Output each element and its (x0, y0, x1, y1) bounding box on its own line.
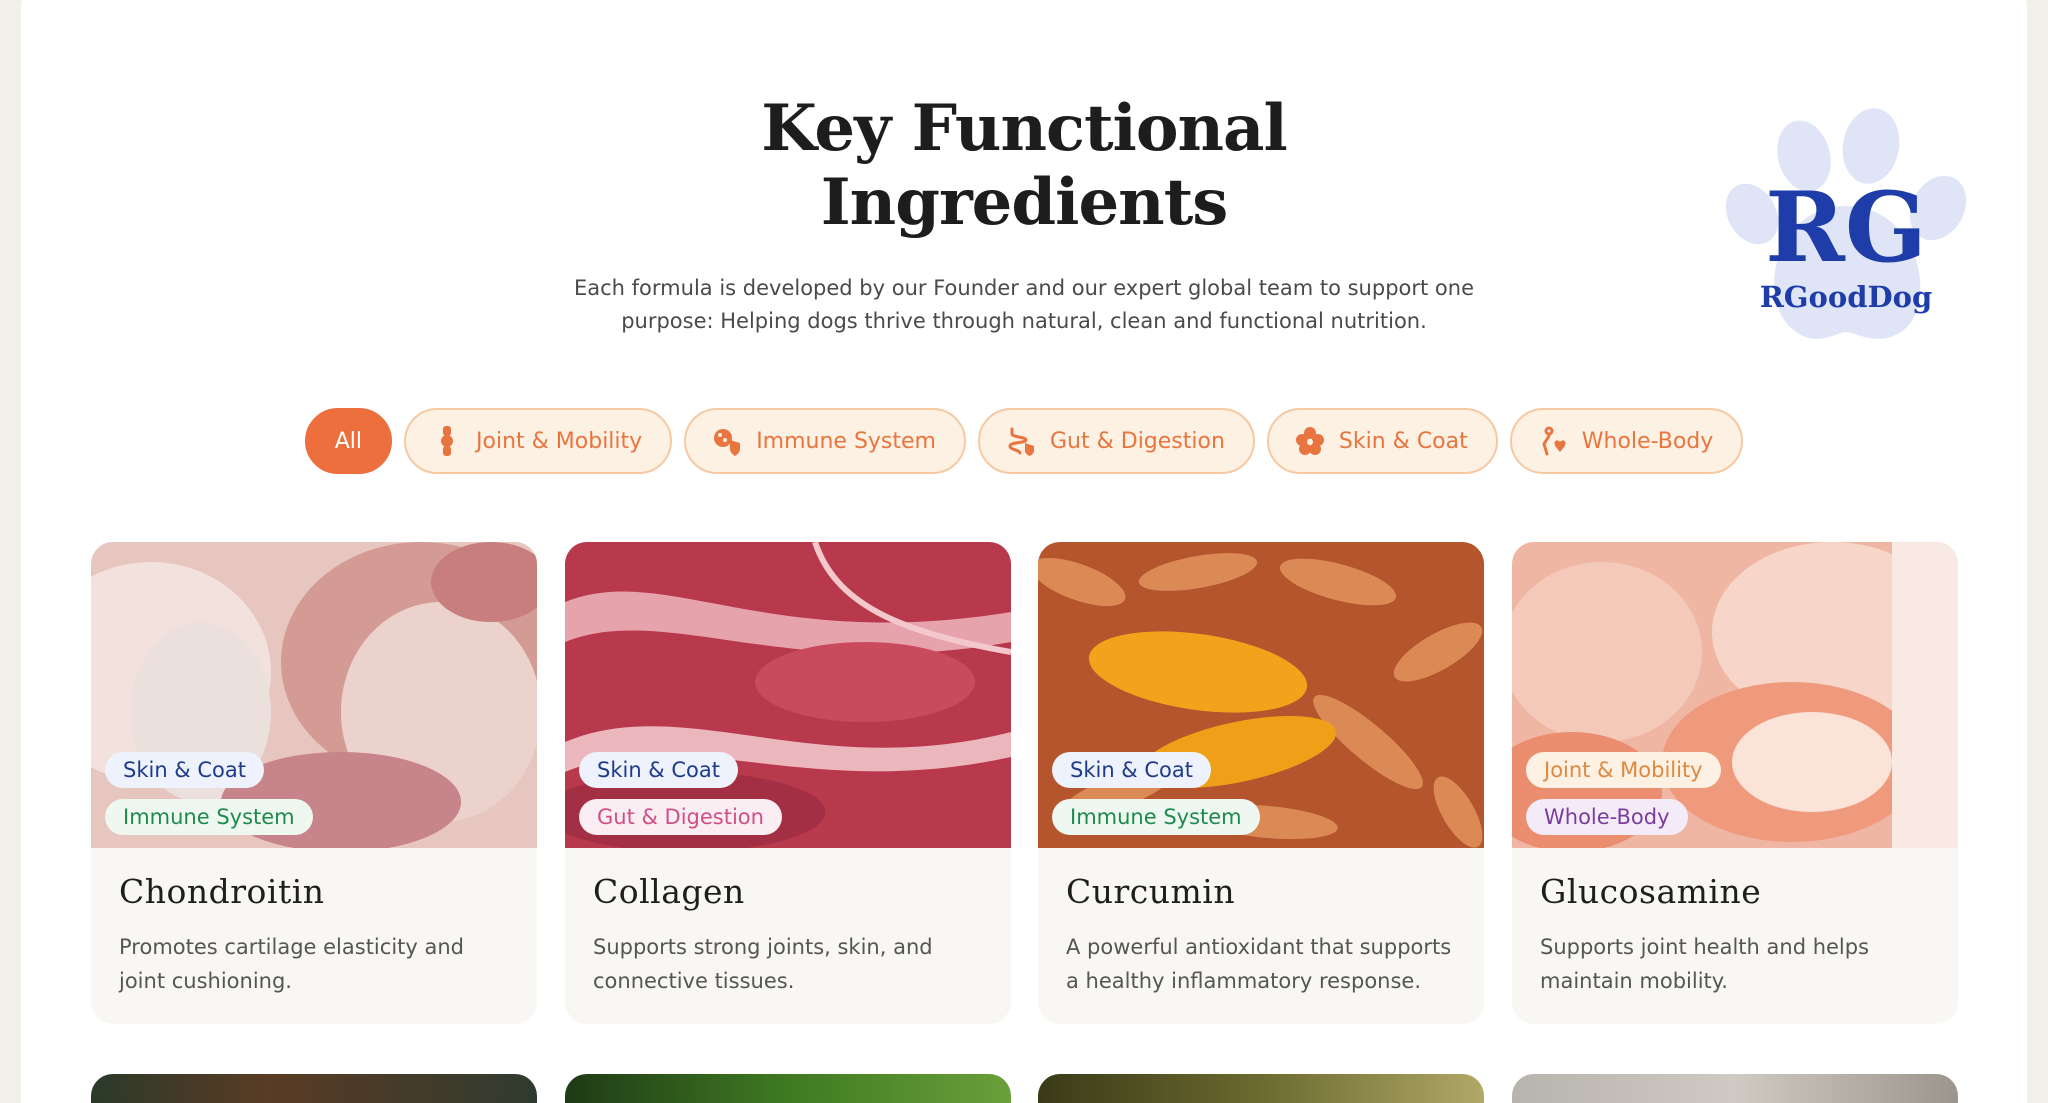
filter-label: Immune System (756, 428, 936, 454)
ingredient-card-partial[interactable] (91, 1074, 537, 1103)
filter-label: Gut & Digestion (1050, 428, 1225, 454)
logo-text: RGoodDog (1760, 280, 1933, 314)
filter-label: Joint & Mobility (476, 428, 643, 454)
filter-skin-coat[interactable]: Skin & Coat (1266, 408, 1498, 474)
tag-immune-system[interactable]: Immune System (1052, 799, 1260, 835)
ingredient-name: Curcumin (1066, 872, 1236, 911)
filter-all[interactable]: All (304, 408, 393, 474)
body-heart-icon (1538, 426, 1568, 456)
filter-label: Whole-Body (1581, 428, 1714, 454)
logo-monogram: RG (1765, 171, 1927, 284)
tag-gut-digestion[interactable]: Gut & Digestion (579, 799, 782, 835)
filter-joint-mobility[interactable]: Joint & Mobility (404, 408, 673, 474)
ingredient-name: Glucosamine (1540, 872, 1762, 911)
ingredient-card-curcumin[interactable]: Skin & Coat Immune System Curcumin A pow… (1038, 542, 1484, 1024)
intestine-icon (1006, 426, 1036, 456)
category-filters: All Joint & Mobility Immune System Gut &… (0, 408, 2048, 474)
rgooddog-logo[interactable]: RG RGoodDog (1716, 96, 1976, 346)
subtitle-line-2: purpose: Helping dogs thrive through nat… (621, 309, 1427, 333)
subtitle-line-1: Each formula is developed by our Founder… (574, 276, 1474, 300)
ingredient-card-partial[interactable] (1512, 1074, 1958, 1103)
page-subtitle: Each formula is developed by our Founder… (554, 272, 1494, 338)
ingredient-card-glucosamine[interactable]: Joint & Mobility Whole-Body Glucosamine … (1512, 542, 1958, 1024)
filter-whole-body[interactable]: Whole-Body (1509, 408, 1744, 474)
tag-whole-body[interactable]: Whole-Body (1526, 799, 1688, 835)
filter-gut-digestion[interactable]: Gut & Digestion (978, 408, 1255, 474)
ingredient-card-chondroitin[interactable]: Skin & Coat Immune System Chondroitin Pr… (91, 542, 537, 1024)
tag-immune-system[interactable]: Immune System (105, 799, 313, 835)
ingredient-description: Promotes cartilage elasticity and joint c… (119, 935, 464, 993)
ingredient-card-partial[interactable] (565, 1074, 1011, 1103)
bone-joint-icon (432, 426, 462, 456)
paw-logo-icon: RG RGoodDog (1725, 108, 1967, 339)
ingredient-description: A powerful antioxidant that supports a he… (1066, 935, 1452, 993)
ingredient-card-collagen[interactable]: Skin & Coat Gut & Digestion Collagen Sup… (565, 542, 1011, 1024)
shield-cells-icon (712, 426, 742, 456)
tag-skin-coat[interactable]: Skin & Coat (1052, 752, 1211, 788)
filter-immune-system[interactable]: Immune System (684, 408, 966, 474)
tag-joint-mobility[interactable]: Joint & Mobility (1526, 752, 1721, 788)
ingredient-description: Supports strong joints, skin, and connect… (593, 935, 933, 993)
tag-skin-coat[interactable]: Skin & Coat (105, 752, 264, 788)
filter-label: All (334, 428, 363, 454)
flower-icon (1295, 426, 1325, 456)
ingredient-description: Supports joint health and helps maintain … (1540, 935, 1870, 993)
ingredient-name: Collagen (593, 872, 745, 911)
filter-label: Skin & Coat (1338, 428, 1468, 454)
ingredient-name: Chondroitin (119, 872, 325, 911)
ingredient-card-partial[interactable] (1038, 1074, 1484, 1103)
tag-skin-coat[interactable]: Skin & Coat (579, 752, 738, 788)
